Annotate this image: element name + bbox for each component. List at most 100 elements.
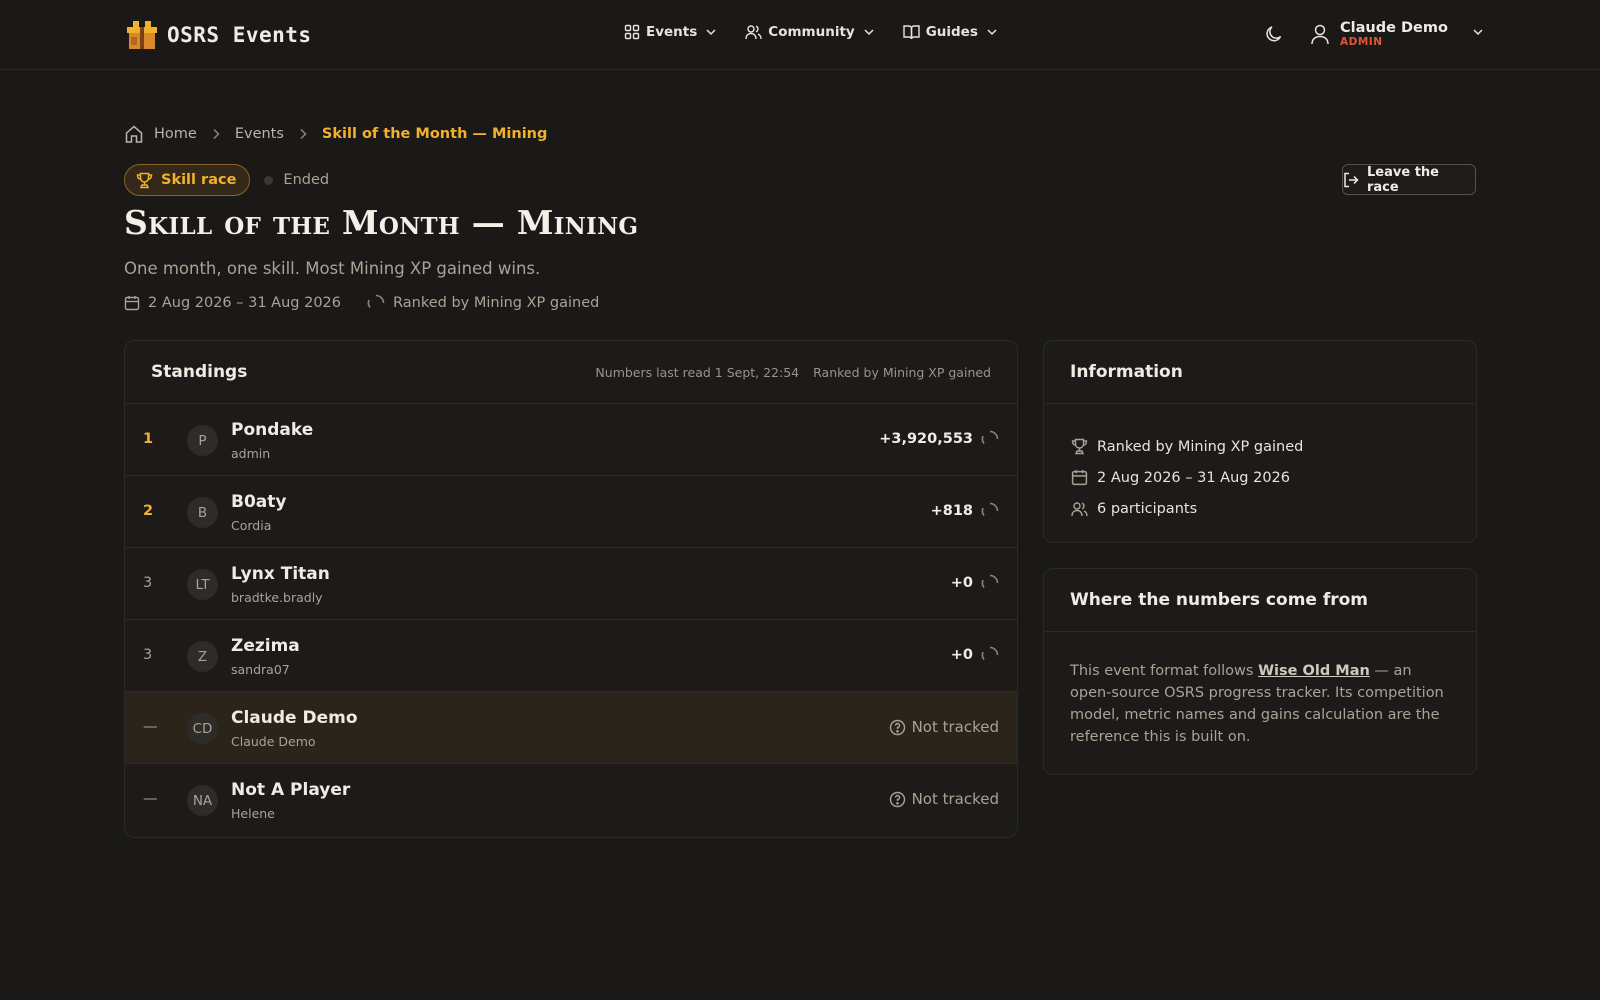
info-ranked-by-text: Ranked by Mining XP gained: [1097, 438, 1304, 455]
leave-race-label: Leave the race: [1367, 164, 1439, 195]
not-tracked-label: Not tracked: [911, 718, 999, 736]
rank: —: [143, 719, 158, 735]
standings-panel: Standings Numbers last read 1 Sept, 22:5…: [124, 340, 1018, 838]
rank: 3: [143, 647, 153, 663]
event-status: Ended: [264, 172, 329, 188]
information-header: Information: [1044, 341, 1476, 404]
table-row-current-user[interactable]: — CD Claude Demo Claude Demo Not tracked: [125, 692, 1017, 764]
info-dates: 2 Aug 2026 – 31 Aug 2026: [1071, 462, 1449, 493]
table-row[interactable]: 2 B B0aty Cordia +818: [125, 476, 1017, 548]
status-dot: [264, 175, 274, 185]
leave-race-button[interactable]: Leave the race: [1342, 164, 1476, 195]
breadcrumb: Home Events Skill of the Month — Mining: [124, 124, 547, 144]
chevron-down-icon: [1472, 26, 1484, 38]
event-type-label: Skill race: [161, 172, 237, 188]
breadcrumb-current: Skill of the Month — Mining: [321, 126, 548, 142]
table-row[interactable]: 3 LT Lynx Titan bradtke.bradly +0: [125, 548, 1017, 620]
last-read-text: Numbers last read 1 Sept, 22:54: [595, 364, 800, 380]
nav-community[interactable]: Community: [745, 24, 874, 40]
table-row[interactable]: 1 P Pondake admin +3,920,553: [125, 404, 1017, 476]
top-navbar: OSRS Events Events Community Guides Clau…: [0, 0, 1600, 70]
not-tracked-status: Not tracked: [889, 718, 999, 736]
player-name[interactable]: Lynx Titan: [231, 564, 330, 584]
theme-toggle-button[interactable]: [1264, 24, 1284, 44]
player-name[interactable]: Zezima: [231, 636, 300, 656]
player-name[interactable]: B0aty: [231, 492, 286, 512]
score: +818: [931, 502, 999, 520]
chevron-right-icon: [211, 128, 221, 140]
info-dates-text: 2 Aug 2026 – 31 Aug 2026: [1097, 469, 1291, 486]
avatar: CD: [187, 713, 218, 744]
main-nav: Events Community Guides: [624, 24, 998, 40]
avatar: NA: [187, 785, 218, 816]
event-type-badge: Skill race: [124, 164, 251, 196]
nav-events[interactable]: Events: [624, 24, 717, 40]
trophy-icon: [1071, 438, 1088, 455]
player-username: admin: [231, 446, 271, 461]
score: +0: [951, 574, 999, 592]
chevron-down-icon: [863, 26, 875, 38]
player-username: sandra07: [231, 662, 290, 677]
info-participants-text: 6 participants: [1097, 500, 1198, 517]
user-info: Claude Demo ADMIN: [1340, 20, 1448, 48]
rank: 3: [143, 575, 153, 591]
calendar-icon: [1071, 469, 1088, 486]
player-username: Claude Demo: [231, 734, 316, 749]
source-header: Where the numbers come from: [1044, 569, 1476, 632]
score-value: +0: [950, 647, 973, 663]
info-ranked-by: Ranked by Mining XP gained: [1071, 431, 1449, 462]
player-name[interactable]: Not A Player: [231, 780, 350, 800]
spinner-icon: [981, 646, 999, 664]
information-title: Information: [1070, 362, 1183, 382]
player-username: Helene: [231, 806, 275, 821]
information-panel: Information Ranked by Mining XP gained 2…: [1043, 340, 1477, 543]
brand-name: OSRS Events: [167, 23, 312, 47]
users-icon: [745, 24, 762, 40]
nav-events-label: Events: [646, 24, 698, 40]
brand[interactable]: OSRS Events: [125, 18, 312, 52]
user-name: Claude Demo: [1340, 20, 1448, 36]
avatar: LT: [187, 569, 218, 600]
standings-meta: Numbers last read 1 Sept, 22:54 Ranked b…: [595, 365, 991, 380]
chevron-down-icon: [986, 26, 998, 38]
information-list: Ranked by Mining XP gained 2 Aug 2026 – …: [1044, 404, 1476, 524]
not-tracked-status: Not tracked: [889, 790, 999, 808]
nav-guides-label: Guides: [925, 24, 978, 40]
rank: 2: [143, 503, 154, 519]
info-participants: 6 participants: [1071, 493, 1449, 524]
player-username: bradtke.bradly: [231, 590, 323, 605]
avatar: Z: [187, 641, 218, 672]
standings-ranked-by: Ranked by Mining XP gained: [813, 364, 991, 380]
user-role: ADMIN: [1340, 36, 1383, 48]
nav-community-label: Community: [768, 24, 855, 40]
wise-old-man-link[interactable]: Wise Old Man: [1258, 663, 1370, 679]
home-icon[interactable]: [124, 124, 144, 144]
user-menu[interactable]: Claude Demo ADMIN: [1310, 20, 1484, 48]
trophy-icon: [136, 172, 153, 189]
source-panel: Where the numbers come from This event f…: [1043, 568, 1477, 775]
source-text: This event format follows Wise Old Man —…: [1044, 632, 1476, 748]
score-value: +818: [930, 503, 973, 519]
score: +0: [951, 646, 999, 664]
nav-guides[interactable]: Guides: [903, 24, 998, 40]
table-row[interactable]: 3 Z Zezima sandra07 +0: [125, 620, 1017, 692]
event-status-label: Ended: [283, 172, 330, 188]
player-name[interactable]: Claude Demo: [231, 708, 358, 728]
standings-header: Standings Numbers last read 1 Sept, 22:5…: [125, 341, 1017, 404]
event-ranked-by: Ranked by Mining XP gained: [393, 295, 600, 311]
table-row[interactable]: — NA Not A Player Helene Not tracked: [125, 764, 1017, 836]
score: +3,920,553: [879, 430, 999, 448]
avatar: P: [187, 425, 218, 456]
player-username: Cordia: [231, 518, 272, 533]
page-title: Skill of the Month — Mining: [124, 203, 639, 242]
score-value: +3,920,553: [879, 431, 973, 447]
event-description: One month, one skill. Most Mining XP gai…: [124, 259, 541, 278]
breadcrumb-events[interactable]: Events: [235, 126, 284, 142]
gift-logo-icon: [125, 18, 159, 52]
spinner-icon: [981, 502, 999, 520]
users-icon: [1071, 501, 1088, 517]
chevron-right-icon: [298, 128, 308, 140]
player-name[interactable]: Pondake: [231, 420, 313, 440]
avatar: B: [187, 497, 218, 528]
breadcrumb-home[interactable]: Home: [154, 126, 197, 142]
